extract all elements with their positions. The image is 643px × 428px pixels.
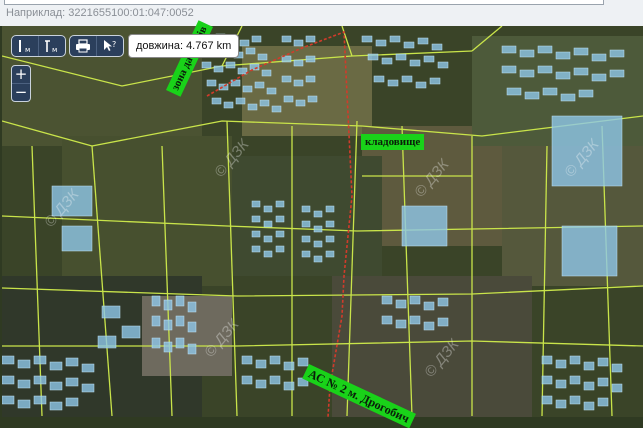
measure-area-icon[interactable]: м	[39, 36, 65, 56]
svg-text:?: ?	[112, 40, 116, 49]
zoom-in-button[interactable]: +	[12, 66, 30, 83]
measure-tools: м м	[11, 35, 66, 57]
svg-text:м: м	[25, 46, 30, 53]
label-cemetery: кладовище	[361, 134, 425, 150]
measure-distance-icon[interactable]: м	[12, 36, 39, 56]
print-icon[interactable]	[70, 36, 97, 56]
search-input[interactable]	[4, 0, 604, 5]
map-viewport[interactable]	[2, 26, 643, 417]
zoom-out-button[interactable]: −	[12, 83, 30, 101]
distance-readout: довжина: 4.767 km	[128, 34, 240, 58]
search-bar: Наприклад: 3221655100:01:047:0052	[0, 0, 643, 26]
map-toolbar: м м ?	[11, 35, 124, 57]
search-hint: Наприклад: 3221655100:01:047:0052	[6, 7, 194, 19]
identify-info-icon[interactable]: ?	[97, 36, 123, 56]
utility-tools: ?	[69, 35, 124, 57]
svg-text:м: м	[52, 46, 57, 53]
satellite-map[interactable]	[2, 26, 643, 417]
zoom-control: + −	[11, 65, 31, 102]
